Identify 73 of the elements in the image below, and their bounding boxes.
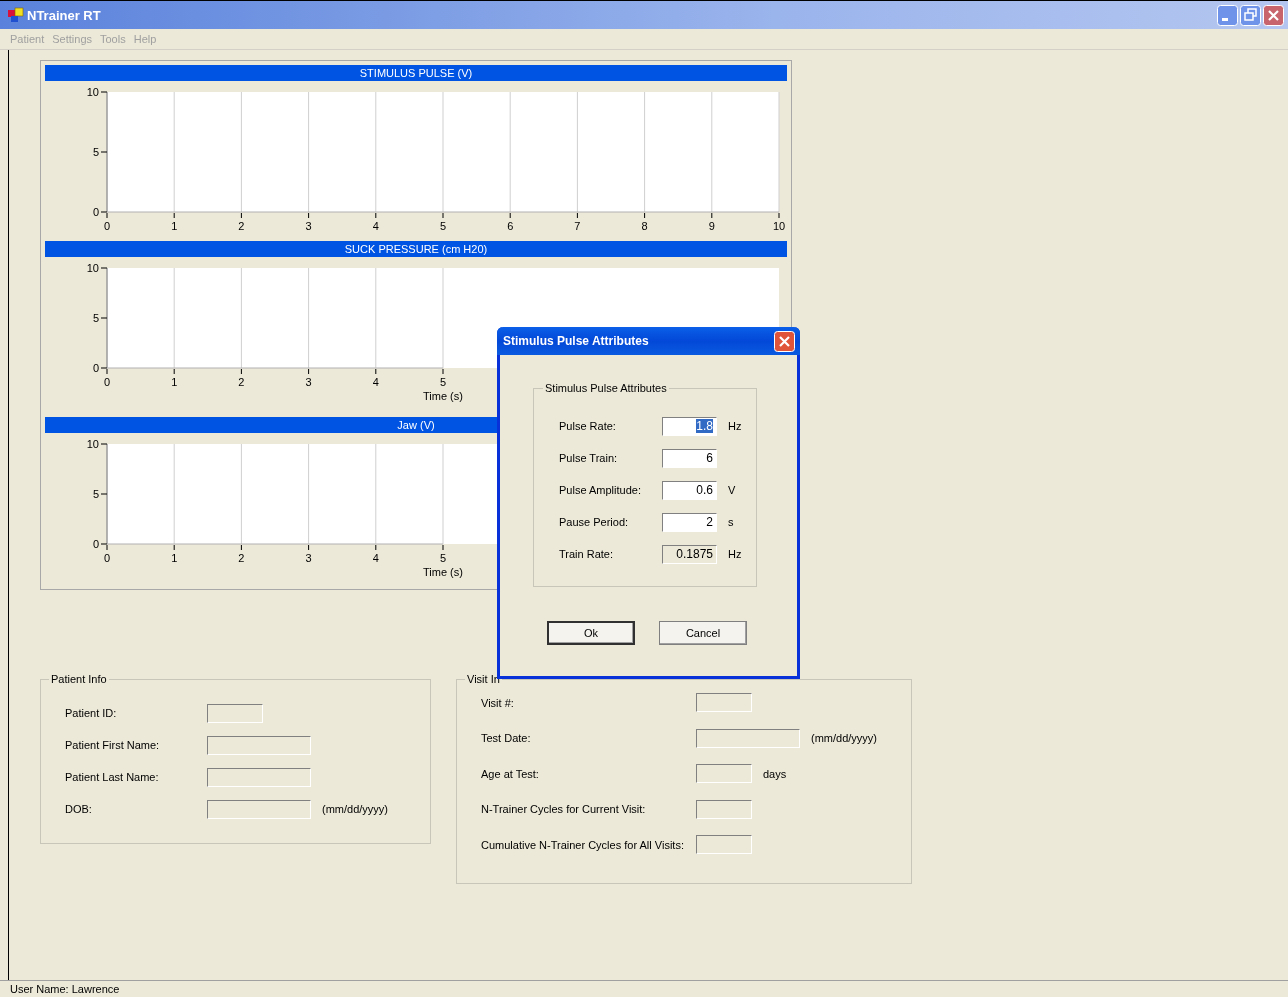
tick-label: 1 bbox=[171, 376, 178, 388]
tick-label: 2 bbox=[238, 552, 245, 564]
field-label: N-Trainer Cycles for Current Visit: bbox=[481, 803, 647, 816]
tick-label: 10 bbox=[772, 220, 786, 232]
field-label: Pulse Rate: bbox=[559, 420, 617, 432]
text-field[interactable]: 6 bbox=[662, 448, 717, 468]
group-title: Stimulus Pulse Attributes bbox=[544, 382, 668, 394]
unit-label: s bbox=[728, 516, 734, 528]
text-field[interactable]: 2 bbox=[662, 512, 717, 532]
tick-label: 10 bbox=[86, 262, 99, 274]
window-title: NTrainer RT bbox=[27, 7, 101, 23]
unit-label: (mm/dd/yyyy) bbox=[811, 732, 877, 745]
tick-label: 3 bbox=[305, 376, 312, 388]
minimize-button[interactable] bbox=[1217, 4, 1238, 26]
unit-label: days bbox=[763, 767, 787, 780]
tick-label: 1 bbox=[171, 220, 178, 232]
axis-title: Time (s) bbox=[423, 566, 463, 578]
tick-label: 3 bbox=[305, 220, 312, 232]
ok-button[interactable]: Ok bbox=[547, 621, 635, 645]
axis-title: Time (s) bbox=[423, 390, 463, 402]
unit-label: Hz bbox=[728, 548, 742, 560]
chart-title: STIMULUS PULSE (V) bbox=[45, 65, 787, 81]
field-label: Train Rate: bbox=[559, 548, 614, 560]
unit-label: (mm/dd/yyyy) bbox=[322, 803, 388, 815]
field-label: Pulse Train: bbox=[559, 452, 619, 464]
tick-label: 0 bbox=[103, 552, 111, 564]
field-label: Pause Period: bbox=[559, 516, 630, 528]
tick-label: 0 bbox=[92, 206, 99, 218]
cancel-button[interactable]: Cancel bbox=[659, 621, 747, 645]
tick-label: 3 bbox=[305, 552, 312, 564]
field-label: Age at Test: bbox=[481, 767, 540, 780]
unit-label: V bbox=[728, 484, 736, 496]
field-label: Pulse Amplitude: bbox=[559, 484, 642, 496]
field-label: Test Date: bbox=[481, 732, 532, 745]
close-button[interactable] bbox=[1263, 4, 1284, 26]
tick-label: 7 bbox=[574, 220, 581, 232]
status-bar: User Name: Lawrence bbox=[0, 980, 1288, 997]
field-label: Patient ID: bbox=[65, 707, 118, 719]
tick-label: 4 bbox=[372, 376, 379, 388]
unit-label: Hz bbox=[728, 420, 742, 432]
tick-label: 0 bbox=[103, 220, 111, 232]
tick-label: 5 bbox=[92, 146, 99, 158]
tick-label: 1 bbox=[171, 552, 178, 564]
tick-label: 5 bbox=[92, 488, 99, 500]
field-label: DOB: bbox=[65, 803, 93, 815]
tick-label: 5 bbox=[439, 220, 447, 232]
tick-label: 4 bbox=[372, 552, 379, 564]
dialog-title: Stimulus Pulse Attributes bbox=[503, 334, 649, 348]
text-field[interactable]: 0.6 bbox=[662, 480, 717, 500]
tick-label: 0 bbox=[92, 538, 99, 550]
tick-label: 9 bbox=[708, 220, 715, 232]
tick-label: 2 bbox=[238, 220, 245, 232]
tick-label: 8 bbox=[641, 220, 648, 232]
tick-label: 0 bbox=[92, 362, 99, 374]
text-field[interactable]: 1.8 bbox=[662, 416, 717, 436]
tick-label: 0 bbox=[103, 376, 111, 388]
tick-label: 2 bbox=[238, 376, 245, 388]
tick-label: 5 bbox=[439, 552, 447, 564]
field-label: Visit #: bbox=[481, 696, 515, 709]
tick-label: 4 bbox=[372, 220, 379, 232]
chart-title: SUCK PRESSURE (cm H20) bbox=[45, 241, 787, 257]
tick-label: 5 bbox=[439, 376, 447, 388]
restore-button[interactable] bbox=[1240, 4, 1261, 26]
app-icon bbox=[8, 7, 24, 23]
close-button[interactable] bbox=[774, 330, 795, 352]
field-label: Patient Last Name: bbox=[65, 771, 160, 783]
field-label: Patient First Name: bbox=[65, 739, 161, 751]
tick-label: 5 bbox=[92, 312, 99, 324]
group-title: Patient Info bbox=[50, 673, 108, 685]
tick-label: 10 bbox=[86, 438, 99, 450]
tick-label: 10 bbox=[86, 86, 99, 98]
tick-label: 6 bbox=[507, 220, 514, 232]
field-label: Cumulative N-Trainer Cycles for All Visits: bbox=[481, 838, 685, 851]
